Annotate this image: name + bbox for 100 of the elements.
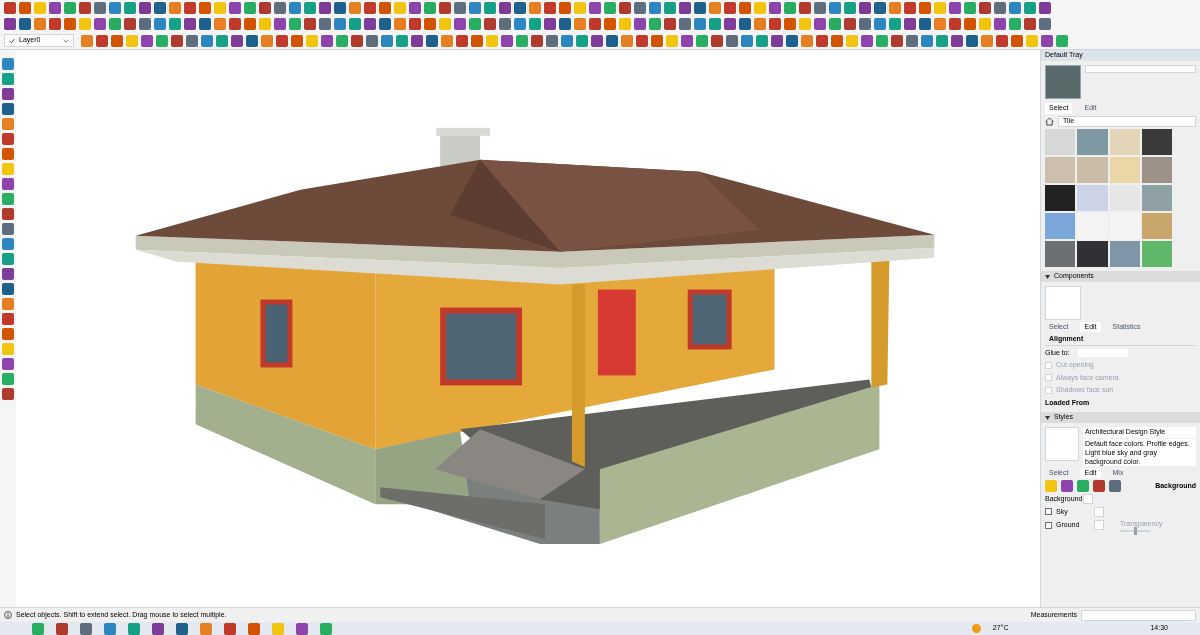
tool-icon[interactable] <box>501 34 513 47</box>
tool-icon[interactable] <box>816 34 828 47</box>
material-swatch[interactable] <box>1141 128 1172 155</box>
tool-icon[interactable] <box>1024 18 1036 30</box>
tool-icon[interactable] <box>154 2 166 14</box>
tool-icon[interactable] <box>591 34 603 47</box>
tool-icon[interactable] <box>679 18 691 30</box>
model-viewport[interactable] <box>16 50 1040 607</box>
tool-icon[interactable] <box>979 2 991 14</box>
tool-icon[interactable] <box>2 88 14 100</box>
tool-icon[interactable] <box>861 34 873 47</box>
tool-icon[interactable] <box>996 34 1008 47</box>
tool-icon[interactable] <box>726 34 738 47</box>
tool-icon[interactable] <box>409 18 421 30</box>
tool-icon[interactable] <box>814 2 826 14</box>
tool-icon[interactable] <box>1039 2 1051 14</box>
tool-icon[interactable] <box>2 283 14 295</box>
tool-icon[interactable] <box>248 622 260 635</box>
tool-icon[interactable] <box>111 34 123 47</box>
tool-icon[interactable] <box>814 18 826 30</box>
tool-icon[interactable] <box>561 34 573 47</box>
tool-icon[interactable] <box>319 18 331 30</box>
tool-icon[interactable] <box>1041 34 1053 47</box>
tool-icon[interactable] <box>304 18 316 30</box>
tool-icon[interactable] <box>1011 34 1023 47</box>
tool-icon[interactable] <box>651 34 663 47</box>
tool-icon[interactable] <box>844 18 856 30</box>
tool-icon[interactable] <box>619 2 631 14</box>
tool-icon[interactable] <box>274 18 286 30</box>
tool-icon[interactable] <box>454 18 466 30</box>
tool-icon[interactable] <box>679 2 691 14</box>
tool-icon[interactable] <box>276 34 288 47</box>
tool-icon[interactable] <box>769 18 781 30</box>
tool-icon[interactable] <box>259 2 271 14</box>
tool-icon[interactable] <box>396 34 408 47</box>
tool-icon[interactable] <box>559 18 571 30</box>
tool-icon[interactable] <box>381 34 393 47</box>
tool-icon[interactable] <box>319 2 331 14</box>
material-swatch[interactable] <box>1045 184 1076 211</box>
tool-icon[interactable] <box>831 34 843 47</box>
tool-icon[interactable] <box>1039 18 1051 30</box>
tool-icon[interactable] <box>224 622 236 635</box>
tool-icon[interactable] <box>216 34 228 47</box>
tool-icon[interactable] <box>724 2 736 14</box>
tool-icon[interactable] <box>274 2 286 14</box>
tool-icon[interactable] <box>1109 480 1121 492</box>
info-icon[interactable] <box>4 611 12 619</box>
tool-icon[interactable] <box>711 34 723 47</box>
tool-icon[interactable] <box>456 34 468 47</box>
material-swatch[interactable] <box>1141 156 1172 183</box>
tool-icon[interactable] <box>141 34 153 47</box>
color-well[interactable] <box>1083 494 1093 505</box>
tool-icon[interactable] <box>128 622 140 635</box>
material-swatch[interactable] <box>1109 212 1140 239</box>
tool-icon[interactable] <box>49 2 61 14</box>
tool-icon[interactable] <box>231 34 243 47</box>
material-swatch[interactable] <box>1109 184 1140 211</box>
tool-icon[interactable] <box>891 34 903 47</box>
tool-icon[interactable] <box>859 2 871 14</box>
tool-icon[interactable] <box>2 388 14 400</box>
tool-icon[interactable] <box>246 34 258 47</box>
material-name-field[interactable] <box>1085 65 1196 73</box>
tool-icon[interactable] <box>229 18 241 30</box>
tool-icon[interactable] <box>739 18 751 30</box>
tool-icon[interactable] <box>544 18 556 30</box>
material-swatch[interactable] <box>1077 128 1108 155</box>
tool-icon[interactable] <box>2 178 14 190</box>
tool-icon[interactable] <box>321 34 333 47</box>
tool-icon[interactable] <box>80 622 92 635</box>
tool-icon[interactable] <box>694 2 706 14</box>
tool-icon[interactable] <box>79 2 91 14</box>
tool-icon[interactable] <box>2 313 14 325</box>
tool-icon[interactable] <box>184 18 196 30</box>
tool-icon[interactable] <box>1093 480 1105 492</box>
tool-icon[interactable] <box>334 2 346 14</box>
tool-icon[interactable] <box>589 2 601 14</box>
material-swatch[interactable] <box>1045 128 1076 155</box>
color-well[interactable] <box>1094 520 1104 531</box>
tool-icon[interactable] <box>921 34 933 47</box>
tool-icon[interactable] <box>949 18 961 30</box>
tool-icon[interactable] <box>606 34 618 47</box>
tool-icon[interactable] <box>439 2 451 14</box>
tool-icon[interactable] <box>724 18 736 30</box>
tool-icon[interactable] <box>366 34 378 47</box>
tool-icon[interactable] <box>229 2 241 14</box>
tool-icon[interactable] <box>56 622 68 635</box>
tool-icon[interactable] <box>636 34 648 47</box>
material-swatch[interactable] <box>1077 184 1108 211</box>
material-swatch[interactable] <box>1045 156 1076 183</box>
tool-icon[interactable] <box>124 18 136 30</box>
home-icon[interactable] <box>1045 116 1054 126</box>
material-swatch[interactable] <box>1141 212 1172 239</box>
tool-icon[interactable] <box>949 2 961 14</box>
tool-icon[interactable] <box>634 2 646 14</box>
tool-icon[interactable] <box>409 2 421 14</box>
material-swatch[interactable] <box>1141 184 1172 211</box>
tool-icon[interactable] <box>589 18 601 30</box>
tool-icon[interactable] <box>2 358 14 370</box>
color-well[interactable] <box>1094 506 1104 517</box>
material-swatch[interactable] <box>1141 240 1172 267</box>
